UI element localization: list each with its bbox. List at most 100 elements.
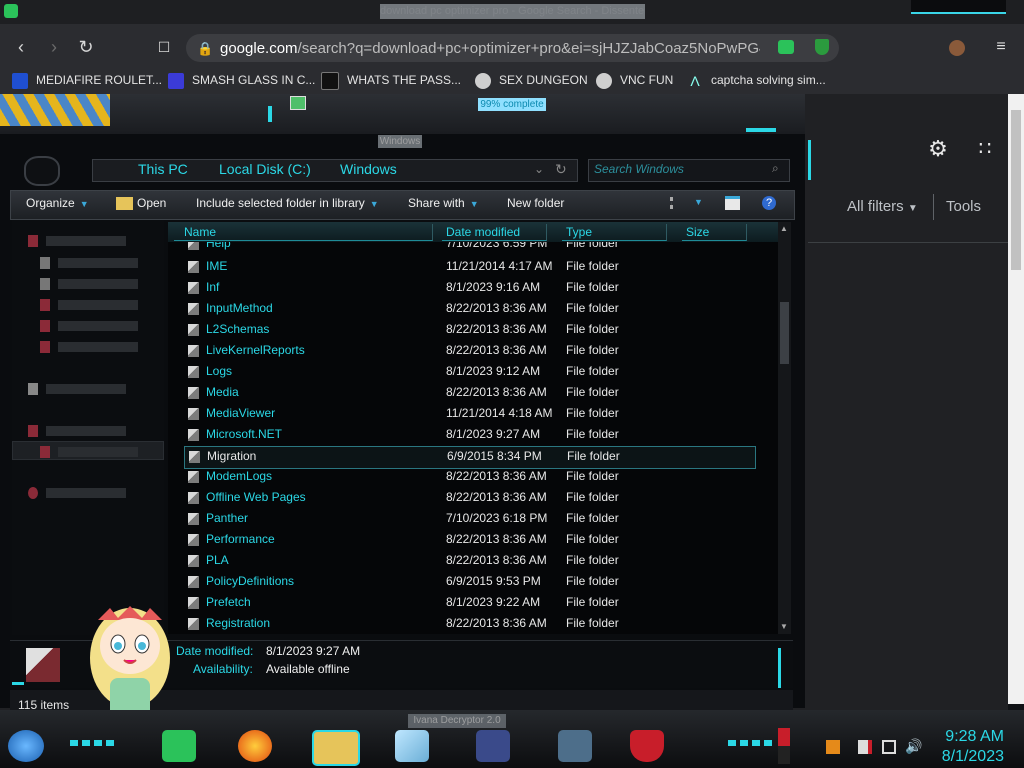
bookmark-icon[interactable]: ☐	[155, 38, 173, 56]
chevron-down-icon[interactable]: ⌄	[534, 162, 544, 176]
page-scrollbar-thumb[interactable]	[1011, 110, 1021, 270]
column-date-modified[interactable]: Date modified	[442, 224, 547, 241]
file-date: 8/22/2013 8:36 AM	[446, 532, 547, 546]
bookmark-sex-dungeon[interactable]: SEX DUNGEON	[475, 70, 588, 90]
shield-icon[interactable]	[815, 39, 829, 55]
folder-thumbnail-icon	[26, 648, 60, 682]
file-type: File folder	[566, 574, 619, 588]
file-explorer-icon[interactable]	[312, 730, 360, 766]
remote-desktop-icon[interactable]	[558, 730, 592, 762]
bookmark-vnc-fun[interactable]: VNC FUN	[596, 70, 673, 90]
new-folder-button[interactable]: New folder	[507, 195, 564, 212]
file-row[interactable]: Microsoft.NET 8/1/2023 9:27 AM File folder	[184, 425, 754, 446]
volume-icon[interactable]: 🔊	[905, 738, 922, 755]
file-row[interactable]: Logs 8/1/2023 9:12 AM File folder	[184, 362, 754, 383]
file-row[interactable]: PolicyDefinitions 6/9/2015 9:53 PM File fo…	[184, 572, 754, 593]
file-row[interactable]: Offline Web Pages 8/22/2013 8:36 AM File f…	[184, 488, 754, 509]
file-list-scrollbar-thumb[interactable]	[780, 302, 789, 364]
clock-date[interactable]: 8/1/2023	[938, 748, 1004, 766]
include-in-library-button[interactable]: Include selected folder in library ▼	[196, 195, 379, 212]
file-type: File folder	[566, 259, 619, 273]
breadcrumb-this-pc[interactable]: This PC	[138, 161, 188, 178]
file-row[interactable]: Inf 8/1/2023 9:16 AM File folder	[184, 278, 754, 299]
file-list-scrollbar[interactable]	[778, 222, 791, 634]
url-text[interactable]: google.com/search?q=download+pc+optimize…	[220, 40, 760, 58]
file-row[interactable]: ModemLogs 8/22/2013 8:36 AM File folder	[184, 467, 754, 488]
search-placeholder: Search Windows	[594, 162, 684, 176]
folder-icon	[188, 555, 199, 567]
file-name: PLA	[206, 553, 229, 567]
bookmark-mediafire[interactable]: MEDIAFIRE ROULET...	[12, 70, 162, 90]
view-options-icon[interactable]	[670, 197, 687, 209]
organize-button[interactable]: Organize ▼	[26, 195, 89, 212]
disk-icon	[40, 445, 50, 458]
nav-item[interactable]	[28, 232, 158, 248]
notepad-icon[interactable]	[395, 730, 429, 762]
bookmark-captcha[interactable]: Λcaptcha solving sim...	[687, 70, 825, 90]
share-with-button[interactable]: Share with ▼	[408, 195, 479, 212]
nav-item[interactable]	[40, 443, 170, 459]
file-row[interactable]: Prefetch 8/1/2023 9:22 AM File folder	[184, 593, 754, 614]
profile-avatar[interactable]	[949, 40, 965, 56]
breadcrumb-local-disk[interactable]: Local Disk (C:)	[219, 161, 311, 178]
scroll-up-icon[interactable]: ▲	[780, 224, 788, 233]
start-button[interactable]	[8, 730, 44, 762]
file-row[interactable]: PLA 8/22/2013 8:36 AM File folder	[184, 551, 754, 572]
mediafire-icon	[12, 72, 28, 89]
file-date: 7/10/2023 6:59 PM	[446, 242, 548, 250]
nav-item[interactable]	[40, 275, 170, 291]
nav-item[interactable]	[40, 296, 170, 312]
open-button[interactable]: Open	[116, 195, 166, 212]
cartoon-character-sticker	[80, 598, 180, 726]
file-date: 8/22/2013 8:36 AM	[446, 553, 547, 567]
file-row[interactable]: Registration 8/22/2013 8:36 AM File folder	[184, 614, 754, 635]
extension-icon[interactable]	[778, 40, 794, 54]
settings-gear-icon[interactable]: ⚙	[926, 137, 950, 161]
file-row[interactable]: Help 7/10/2023 6:59 PM File folder	[184, 242, 754, 256]
tools-button[interactable]: Tools	[946, 198, 981, 216]
column-type[interactable]: Type	[562, 224, 667, 241]
nav-item[interactable]	[40, 254, 170, 270]
bookmark-whats-the-pass[interactable]: WHATS THE PASS...	[321, 70, 461, 90]
computer-icon	[28, 424, 38, 437]
file-row[interactable]: Media 8/22/2013 8:36 AM File folder	[184, 383, 754, 404]
file-row[interactable]: LiveKernelReports 8/22/2013 8:36 AM File f…	[184, 341, 754, 362]
file-row[interactable]: L2Schemas 8/22/2013 8:36 AM File folder	[184, 320, 754, 341]
chat-app-icon[interactable]	[162, 730, 196, 762]
nav-item[interactable]	[40, 338, 170, 354]
help-icon[interactable]: ?	[762, 196, 776, 210]
flag-icon[interactable]	[858, 740, 872, 754]
window-controls[interactable]	[911, 0, 1006, 14]
refresh-icon[interactable]: ↻	[555, 161, 567, 178]
all-filters-button[interactable]: All filters ▼	[847, 198, 918, 216]
menu-icon[interactable]: ≡	[993, 38, 1009, 56]
nav-item[interactable]	[28, 422, 158, 438]
file-row[interactable]: Migration 6/9/2015 8:34 PM File folder	[184, 446, 756, 469]
bookmark-smash-glass[interactable]: SMASH GLASS IN C...	[168, 70, 315, 90]
file-row[interactable]: InputMethod 8/22/2013 8:36 AM File folder	[184, 299, 754, 320]
preview-pane-icon[interactable]	[725, 196, 740, 210]
column-size[interactable]: Size	[682, 224, 747, 241]
column-name[interactable]: Name	[174, 224, 433, 241]
nav-item[interactable]	[28, 484, 158, 500]
breadcrumb-windows[interactable]: Windows	[340, 161, 397, 178]
scroll-down-icon[interactable]: ▼	[780, 622, 788, 631]
file-row[interactable]: Panther 7/10/2023 6:18 PM File folder	[184, 509, 754, 530]
back-icon[interactable]: ‹	[12, 38, 30, 56]
reload-icon[interactable]: ↻	[77, 38, 95, 56]
nav-item[interactable]	[40, 317, 170, 333]
file-name: Logs	[206, 364, 233, 378]
id-card-icon[interactable]	[476, 730, 510, 762]
forward-icon[interactable]: ›	[45, 38, 63, 56]
clock-time[interactable]: 9:28 AM	[938, 728, 1004, 746]
tray-app-icon[interactable]	[826, 740, 840, 754]
nav-item[interactable]	[28, 380, 158, 396]
chevron-down-icon[interactable]: ▼	[694, 197, 703, 207]
file-row[interactable]: Performance 8/22/2013 8:36 AM File folder	[184, 530, 754, 551]
network-icon[interactable]	[882, 740, 896, 754]
firefox-icon[interactable]	[238, 730, 272, 762]
google-apps-icon[interactable]: ∷	[973, 137, 997, 161]
shield-lock-icon[interactable]	[630, 730, 664, 762]
file-row[interactable]: IME 11/21/2014 4:17 AM File folder	[184, 257, 754, 278]
file-row[interactable]: MediaViewer 11/21/2014 4:18 AM File folder	[184, 404, 754, 425]
